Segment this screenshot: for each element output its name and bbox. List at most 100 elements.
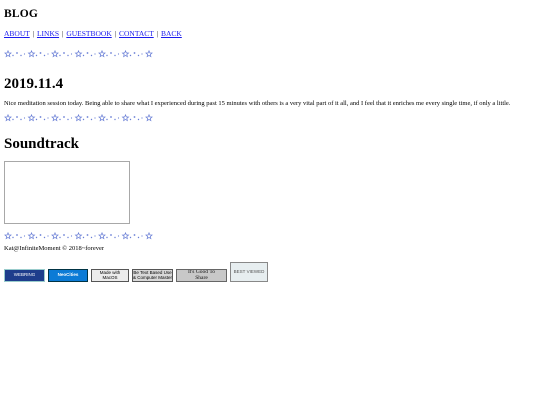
sparkle-dot [70,235,73,237]
sparkle-dot [86,234,89,236]
sparkle-dot [86,116,89,118]
sparkle-dot [94,53,96,55]
nav-separator: | [61,29,64,38]
sparkle-dot [35,54,38,57]
sparkle-dot [94,235,96,237]
sparkle-dot [47,235,49,237]
webring-button[interactable]: WEBRING [4,269,45,282]
star-divider [4,232,153,240]
sparkle-dot [110,52,112,54]
sparkle-dot [137,236,140,239]
sparkle-dot [70,117,73,119]
sparkle-dot [133,116,136,118]
star-icon [27,114,36,122]
copyright-text: Kat@InfiniteMoment © 2018~forever [4,245,104,252]
sparkle-dot [133,234,136,236]
sparkle-dot [129,118,132,121]
sparkle-dot [16,52,18,54]
blog-title: BLOG [4,8,39,20]
cd-badge-button[interactable]: BEST VIEWED [230,262,268,282]
nav-separator: | [32,29,35,38]
sparkle-dot [12,118,14,121]
sparkle-dot [16,234,18,236]
star-icon [27,232,36,240]
sparkle-dot [133,52,136,54]
star-icon [121,114,130,122]
sparkle-dot [70,53,73,55]
sparkle-dot [94,117,96,119]
sparkle-dot [90,54,93,57]
star-icon [145,50,153,58]
sparkle-dot [39,52,42,54]
sparkle-dot [114,54,116,57]
its-good-to-share-button[interactable]: It's Good To Share [176,269,227,282]
sparkle-dot [63,234,65,236]
nav-separator: | [114,29,117,38]
star-icon [74,50,83,58]
sparkle-dot [35,118,38,121]
nav-link-links[interactable]: LINKS [37,29,59,38]
sparkle-dot [43,236,46,239]
sparkle-dot [82,236,85,239]
sparkle-dot [67,236,69,239]
sparkle-dot [90,118,93,121]
sparkle-dot [59,236,61,239]
star-icon [51,50,59,58]
nav-link-about[interactable]: ABOUT [4,29,30,38]
sparkle-dot [141,235,143,237]
star-icon [74,114,83,122]
sparkle-dot [106,54,108,57]
sparkle-dot [137,54,140,57]
sparkle-dot [43,54,46,57]
star-icon [121,232,130,240]
nav-link-back[interactable]: BACK [161,29,182,38]
sparkle-dot [67,118,69,121]
made-with-macos-button[interactable]: Made with MacOS [91,269,129,282]
sparkle-dot [82,118,85,121]
sparkle-dot [106,118,108,121]
soundtrack-player[interactable] [4,161,130,224]
sparkle-dot [129,236,132,239]
sparkle-dot [47,117,49,119]
post-date: 2019.11.4 [4,76,64,92]
sparkle-dot [23,235,26,237]
sparkle-dot [43,118,46,121]
sparkle-dot [117,117,120,119]
sparkle-dot [86,52,89,54]
nav-bar: ABOUT | LINKS | GUESTBOOK | CONTACT | BA… [4,29,536,38]
sparkle-dot [39,234,42,236]
sparkle-dot [63,116,65,118]
sparkle-dot [59,118,61,121]
post-body: Nice meditation session today. Being abl… [4,100,511,107]
sparkle-dot [141,117,143,119]
sparkle-dot [35,236,38,239]
star-icon [98,232,106,240]
nav-link-guestbook[interactable]: GUESTBOOK [66,29,111,38]
text-editor-button[interactable]: Be Text Based Use & Computer Master [132,269,173,282]
sparkle-dot [114,236,116,239]
sparkle-dot [141,53,143,55]
nav-link-contact[interactable]: CONTACT [119,29,154,38]
star-icon [51,114,59,122]
sparkle-dot [39,116,42,118]
star-icon [145,232,153,240]
star-icon [51,232,59,240]
sparkle-dot [117,235,120,237]
sparkle-dot [12,236,14,239]
sparkle-dot [129,54,132,57]
sparkle-dot [12,54,14,57]
star-icon [145,114,153,122]
nav-separator: | [156,29,159,38]
sparkle-dot [23,53,26,55]
sparkle-dot [16,116,18,118]
star-icon [4,114,12,122]
neocities-button[interactable]: NeoCities [48,269,88,282]
sparkle-dot [47,53,49,55]
sparkle-dot [20,236,22,239]
sparkle-dot [110,234,112,236]
sparkle-dot [23,117,26,119]
star-icon [121,50,130,58]
soundtrack-heading: Soundtrack [4,136,80,152]
sparkle-dot [67,54,69,57]
sparkle-dot [82,54,85,57]
